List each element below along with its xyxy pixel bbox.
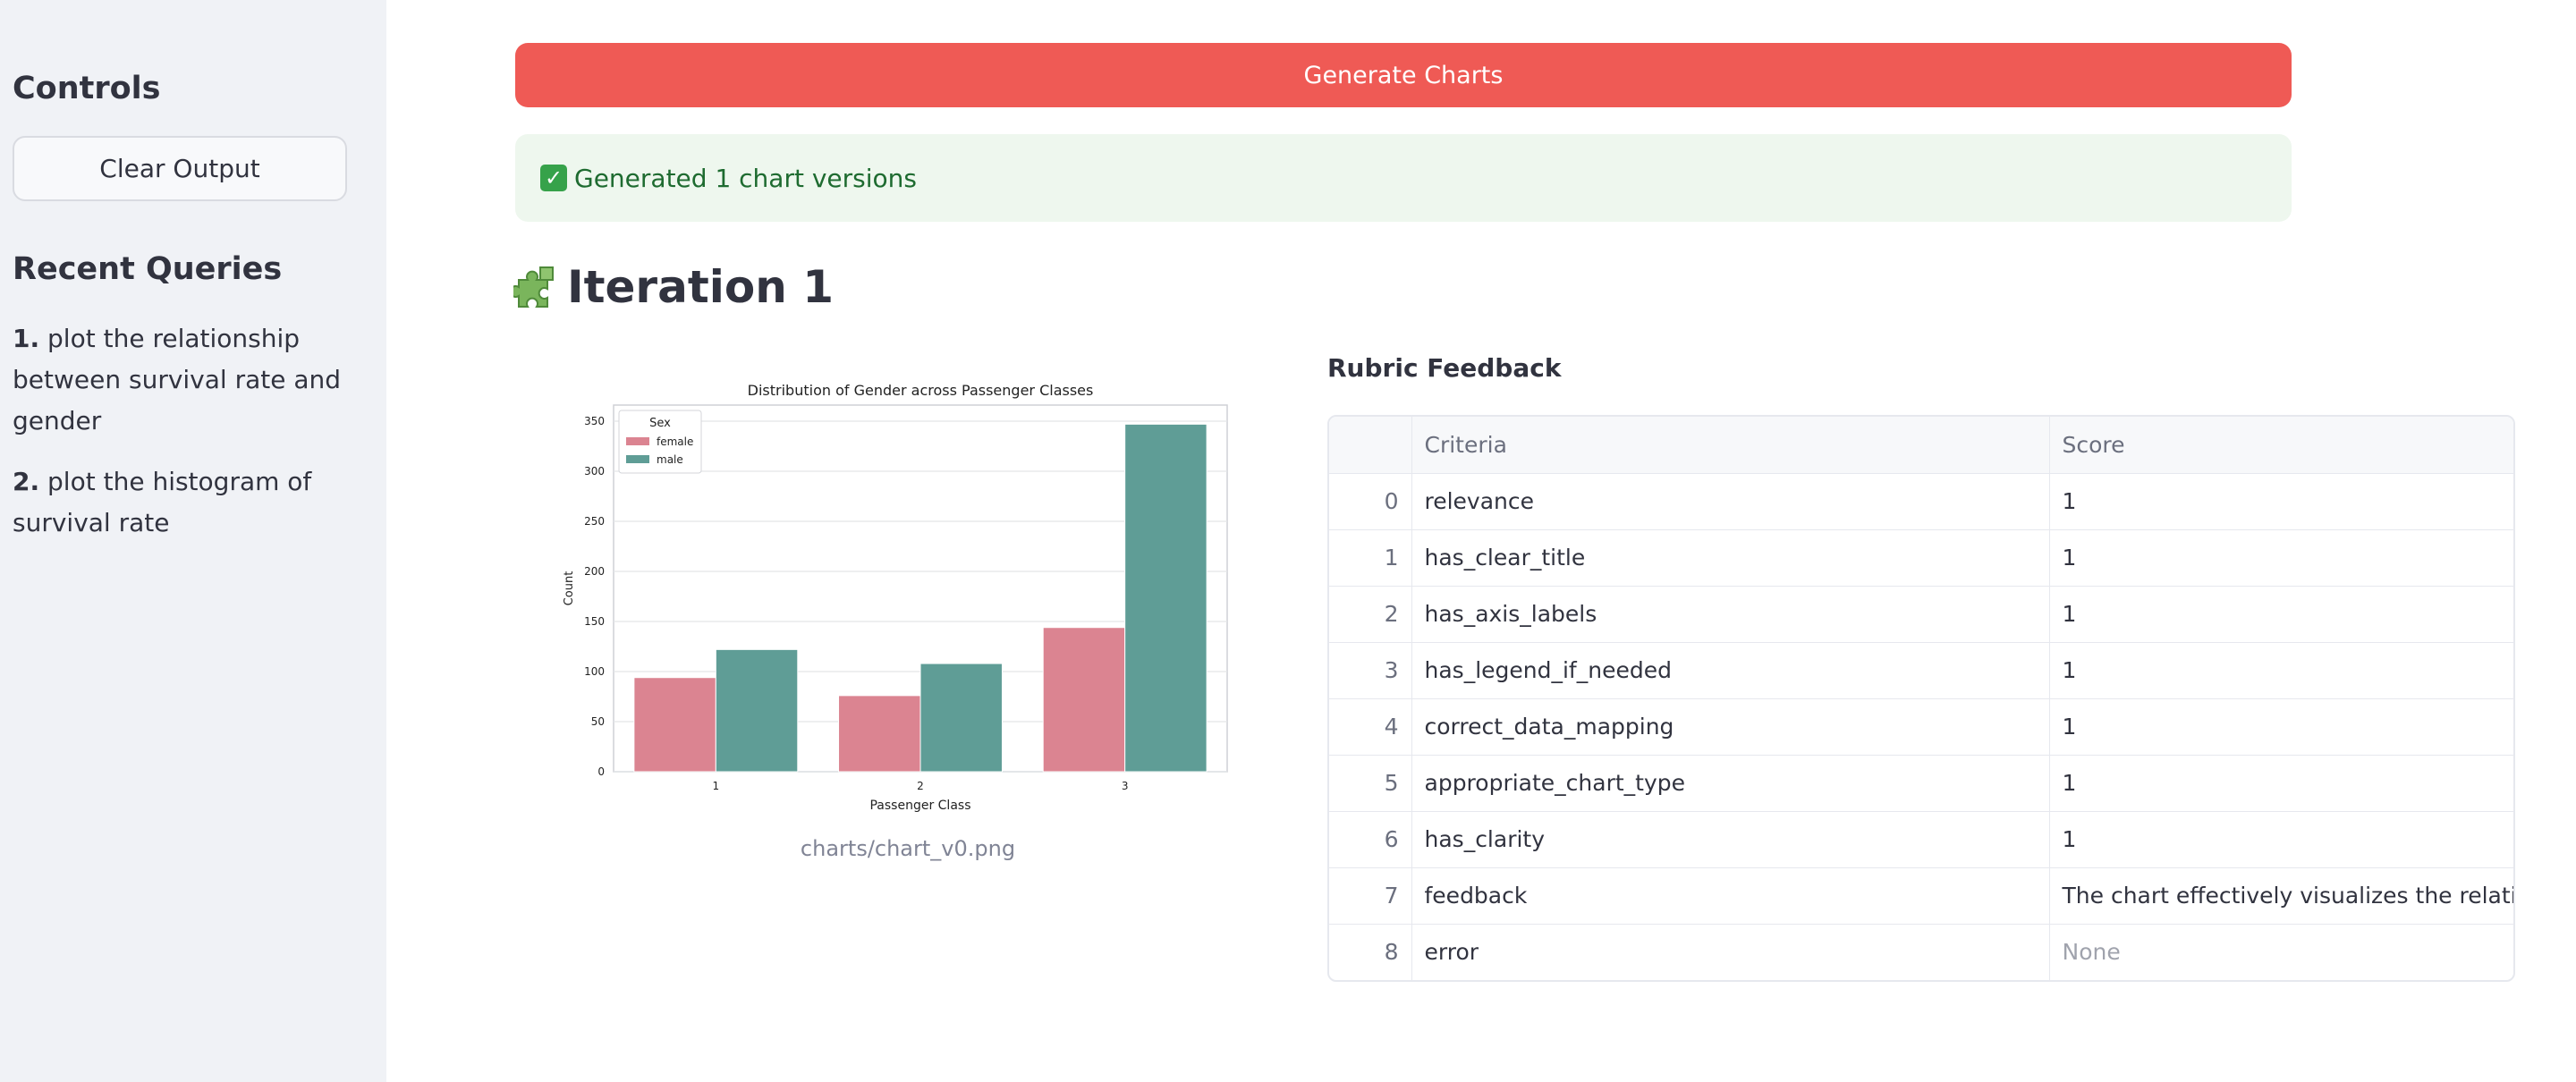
bar-male xyxy=(1124,423,1208,773)
legend-label: female xyxy=(657,435,693,448)
y-tick-label: 200 xyxy=(584,565,605,578)
x-tick-label: 2 xyxy=(917,780,924,792)
table-row[interactable]: 5 appropriate_chart_type 1 xyxy=(1329,755,2513,812)
criteria-cell: relevance xyxy=(1411,473,2050,530)
y-axis-label: Count xyxy=(563,571,576,606)
score-cell: 1 xyxy=(2049,755,2513,812)
bar-male xyxy=(919,663,1003,773)
recent-queries-heading: Recent Queries xyxy=(13,251,283,287)
y-tick-label: 100 xyxy=(584,665,605,678)
table-row[interactable]: 2 has_axis_labels 1 xyxy=(1329,586,2513,643)
row-index: 4 xyxy=(1329,698,1412,756)
score-cell: 1 xyxy=(2049,473,2513,530)
criteria-cell: has_legend_if_needed xyxy=(1411,642,2050,699)
criteria-cell: has_clarity xyxy=(1411,811,2050,868)
table-header-row: Criteria Score xyxy=(1329,417,2513,474)
row-index: 8 xyxy=(1329,924,1412,980)
iteration-title: Iteration 1 xyxy=(513,261,834,313)
y-tick-label: 0 xyxy=(597,765,605,778)
bar-female xyxy=(1042,627,1126,773)
legend-swatch-male xyxy=(626,455,649,463)
y-tick-label: 250 xyxy=(584,515,605,528)
y-tick-label: 300 xyxy=(584,465,605,478)
score-cell: 1 xyxy=(2049,811,2513,868)
chart-title: Distribution of Gender across Passenger … xyxy=(748,382,1094,399)
score-cell: None xyxy=(2049,924,2513,980)
score-header[interactable]: Score xyxy=(2049,417,2513,474)
x-axis-label: Passenger Class xyxy=(869,799,970,813)
status-message: Generated 1 chart versions xyxy=(574,163,917,193)
table-row[interactable]: 6 has_clarity 1 xyxy=(1329,811,2513,868)
table-row[interactable]: 4 correct_data_mapping 1 xyxy=(1329,698,2513,756)
row-index: 2 xyxy=(1329,586,1412,643)
x-tick-label: 1 xyxy=(713,780,720,792)
rubric-feedback-title: Rubric Feedback xyxy=(1327,353,1562,383)
recent-queries-list: 1. plot the relationship between surviva… xyxy=(13,318,370,563)
bar-female xyxy=(838,695,921,773)
criteria-cell: feedback xyxy=(1411,867,2050,925)
legend-swatch-female xyxy=(626,437,649,445)
legend-label: male xyxy=(657,453,683,466)
list-item: 2. plot the histogram of survival rate xyxy=(13,461,370,544)
score-cell: 1 xyxy=(2049,698,2513,756)
table-row[interactable]: 3 has_legend_if_needed 1 xyxy=(1329,642,2513,699)
score-cell: 1 xyxy=(2049,529,2513,587)
generate-charts-button[interactable]: Generate Charts xyxy=(515,43,2292,107)
iteration-title-text: Iteration 1 xyxy=(567,261,834,313)
row-index: 5 xyxy=(1329,755,1412,812)
query-text: plot the relationship between survival r… xyxy=(13,324,342,435)
bar-male xyxy=(715,648,799,773)
score-cell: 1 xyxy=(2049,642,2513,699)
index-header xyxy=(1329,417,1412,474)
y-tick-label: 350 xyxy=(584,415,605,427)
puzzle-piece-icon xyxy=(513,266,554,308)
list-item: 1. plot the relationship between surviva… xyxy=(13,318,370,442)
criteria-header[interactable]: Criteria xyxy=(1411,417,2050,474)
table-row[interactable]: 8 error None xyxy=(1329,924,2513,980)
table-row[interactable]: 0 relevance 1 xyxy=(1329,473,2513,530)
criteria-cell: correct_data_mapping xyxy=(1411,698,2050,756)
bar-female xyxy=(633,677,716,773)
sidebar: Controls Clear Output Recent Queries 1. … xyxy=(0,0,386,1082)
score-cell: 1 xyxy=(2049,586,2513,643)
table-row[interactable]: 1 has_clear_title 1 xyxy=(1329,529,2513,587)
legend-title: Sex xyxy=(649,417,671,430)
clear-output-button[interactable]: Clear Output xyxy=(13,136,347,201)
criteria-cell: has_clear_title xyxy=(1411,529,2050,587)
row-index: 0 xyxy=(1329,473,1412,530)
gender-distribution-chart: 0 50 100 150 200 250 300 350 1 2 3 Distribution of … xyxy=(563,382,1228,813)
criteria-cell: has_axis_labels xyxy=(1411,586,2050,643)
criteria-cell: appropriate_chart_type xyxy=(1411,755,2050,812)
row-index: 6 xyxy=(1329,811,1412,868)
rubric-table[interactable]: Criteria Score 0 relevance 1 1 has_clear_tit… xyxy=(1327,415,2515,982)
y-tick-label: 50 xyxy=(591,715,605,728)
query-number: 1. xyxy=(13,324,40,353)
query-text: plot the histogram of survival rate xyxy=(13,467,312,537)
criteria-cell: error xyxy=(1411,924,2050,980)
success-alert: ✓ Generated 1 chart versions xyxy=(515,134,2292,222)
y-tick-label: 150 xyxy=(584,615,605,628)
chart-caption: charts/chart_v0.png xyxy=(800,836,1016,861)
x-tick-label: 3 xyxy=(1122,780,1129,792)
query-number: 2. xyxy=(13,467,40,496)
check-mark-icon: ✓ xyxy=(540,165,567,191)
table-row[interactable]: 7 feedback The chart effectively visualize… xyxy=(1329,867,2513,925)
row-index: 1 xyxy=(1329,529,1412,587)
score-cell: The chart effectively visualizes the rel… xyxy=(2049,867,2513,925)
row-index: 3 xyxy=(1329,642,1412,699)
row-index: 7 xyxy=(1329,867,1412,925)
controls-heading: Controls xyxy=(13,71,161,106)
